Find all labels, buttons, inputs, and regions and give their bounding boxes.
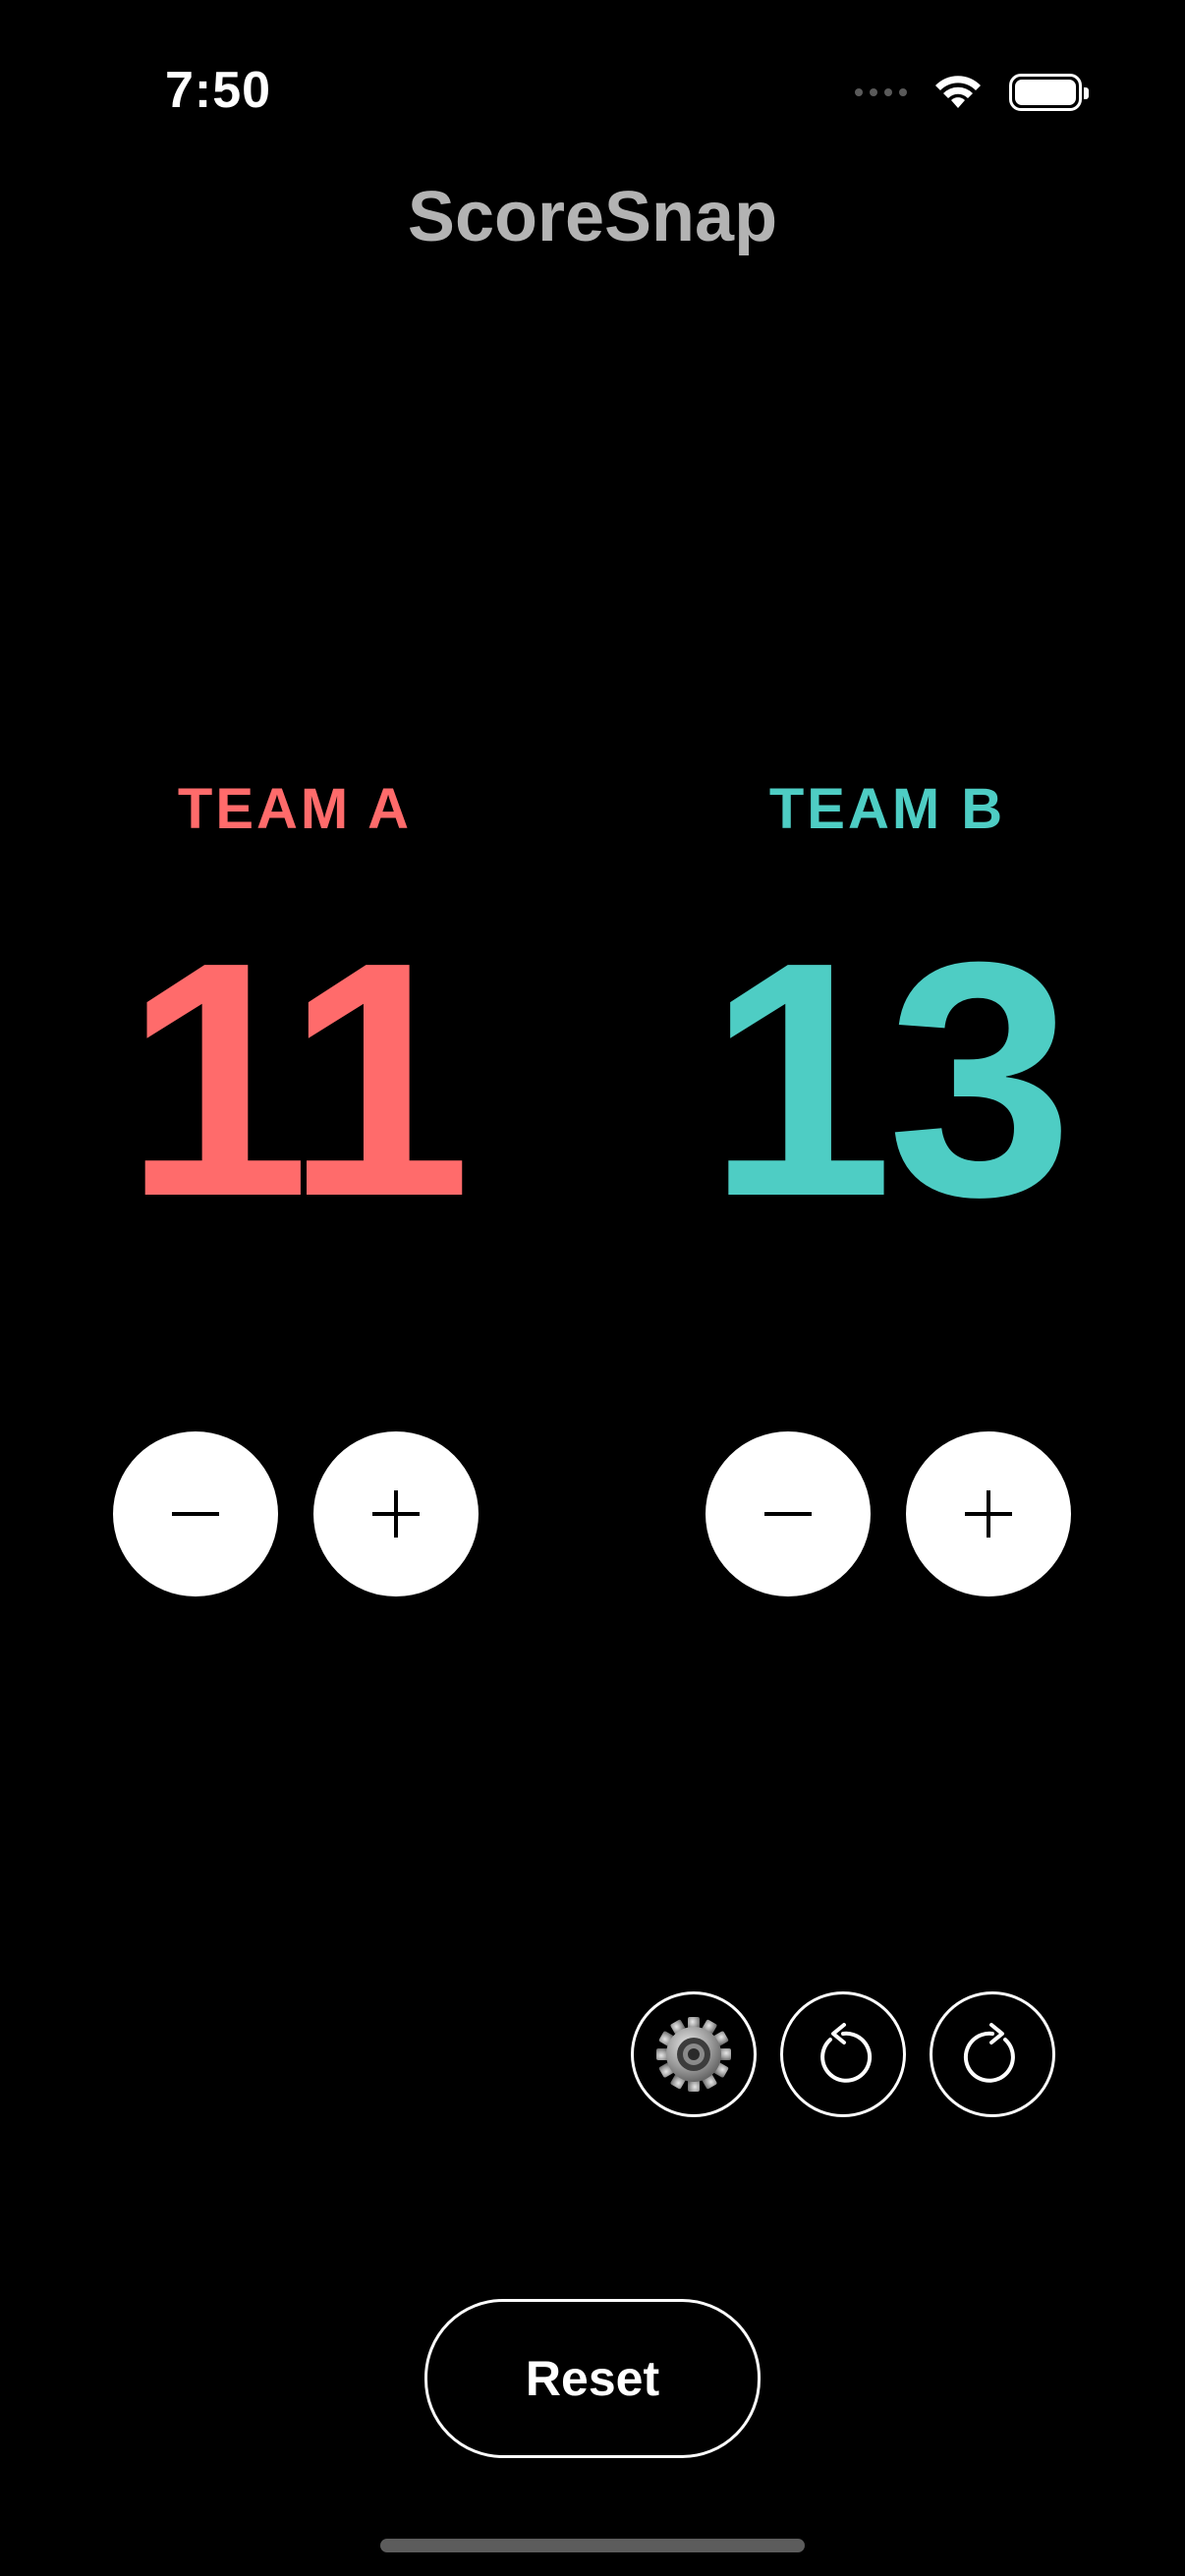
team-a-score: 11 [124, 893, 471, 1266]
redo-icon [963, 2023, 1015, 2083]
app-title: ScoreSnap [407, 178, 778, 256]
settings-button[interactable] [631, 1991, 757, 2117]
team-b-increment-button[interactable] [906, 1431, 1071, 1596]
team-b-label: TEAM B [768, 777, 1006, 841]
wifi-icon [935, 76, 981, 108]
redo-button[interactable] [930, 1991, 1055, 2117]
undo-button[interactable] [780, 1991, 906, 2117]
undo-icon [820, 2023, 873, 2083]
reset-button[interactable]: Reset [424, 2299, 761, 2458]
cellular-signal-icon [855, 88, 907, 96]
gear-icon [656, 2017, 731, 2092]
battery-icon [1009, 74, 1089, 111]
team-b-score: 13 [706, 893, 1073, 1266]
team-a-decrement-button[interactable] [113, 1431, 278, 1596]
plus-icon [372, 1490, 420, 1538]
status-time: 7:50 [165, 62, 272, 119]
plus-icon [965, 1490, 1012, 1538]
status-icons [855, 69, 1089, 116]
minus-icon [764, 1512, 812, 1516]
team-b-decrement-button[interactable] [705, 1431, 871, 1596]
team-b-panel: TEAM B 13 [651, 776, 1123, 1247]
team-a-label: TEAM A [177, 777, 413, 841]
tool-buttons [631, 1991, 1055, 2117]
minus-icon [172, 1512, 219, 1516]
team-a-panel: TEAM A 11 [59, 776, 531, 1247]
team-a-increment-button[interactable] [313, 1431, 479, 1596]
team-a-controls [113, 1431, 479, 1596]
home-indicator[interactable] [380, 2539, 805, 2552]
team-b-controls [705, 1431, 1071, 1596]
